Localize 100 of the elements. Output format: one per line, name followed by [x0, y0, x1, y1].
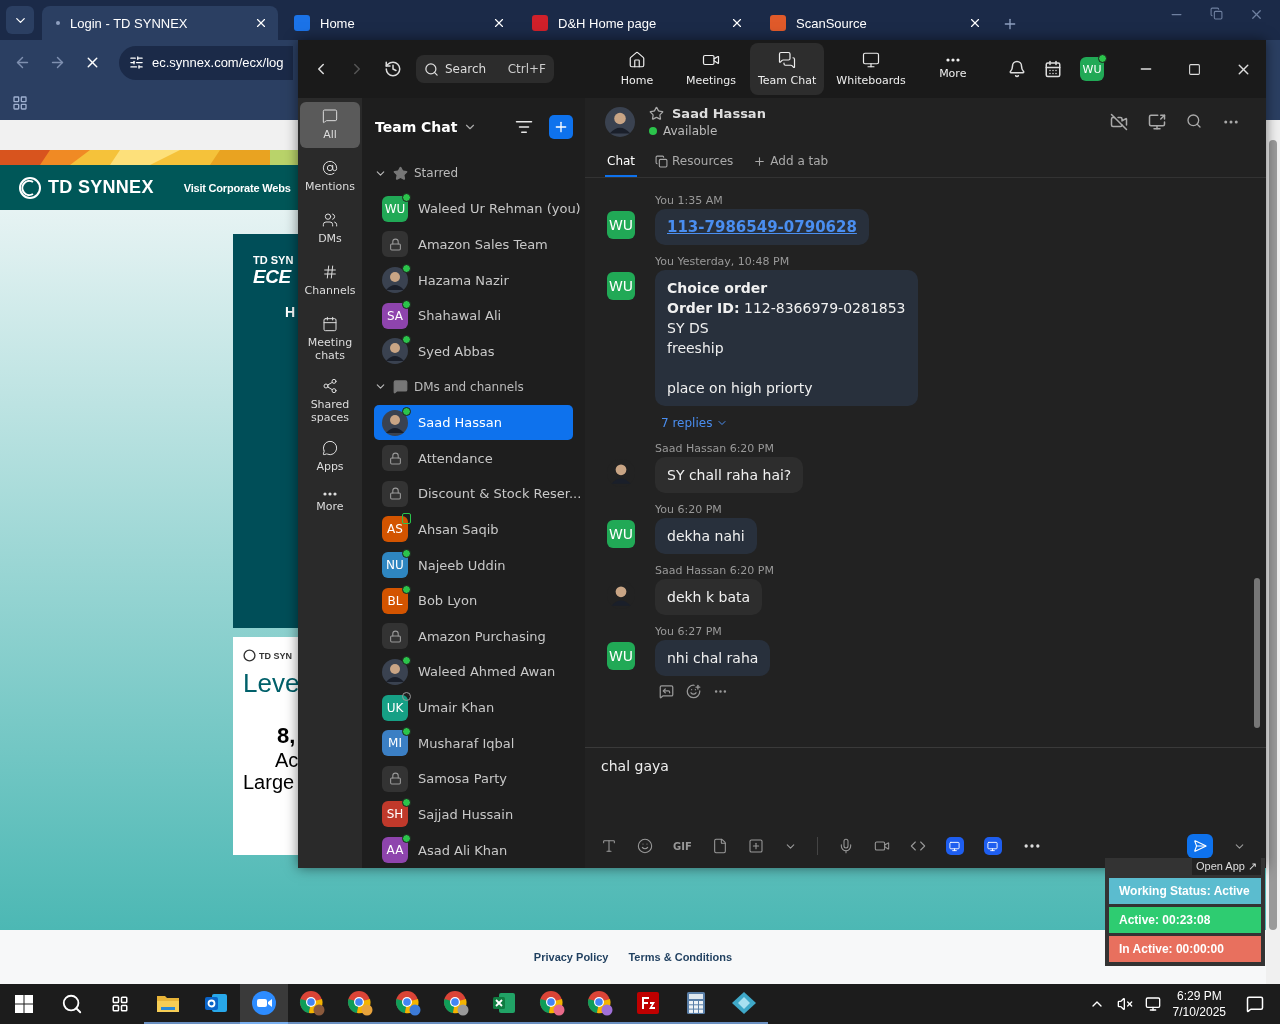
- taskbar-app[interactable]: [240, 984, 288, 1024]
- search-field[interactable]: Search Ctrl+F: [416, 55, 554, 83]
- browser-tab[interactable]: Login - TD SYNNEX: [42, 6, 278, 40]
- chat-list-item[interactable]: Amazon Sales Team: [374, 226, 573, 263]
- chat-tab[interactable]: Resources: [653, 148, 736, 177]
- site-info-icon[interactable]: [129, 55, 144, 70]
- chat-list-item[interactable]: Waleed Ahmed Awan: [374, 654, 573, 690]
- section-label[interactable]: Starred: [414, 166, 459, 181]
- browser-tab[interactable]: D&H Home page: [518, 6, 754, 40]
- restore-icon[interactable]: [1210, 6, 1223, 22]
- channels-icon: [322, 264, 338, 280]
- section-label[interactable]: DMs and channels: [414, 379, 524, 394]
- contact-name: Discount & Stock Reser...: [418, 486, 582, 502]
- close-icon[interactable]: [968, 16, 982, 30]
- sidebar-item[interactable]: All: [300, 102, 360, 148]
- avatar: WU: [607, 211, 635, 239]
- lock-icon: [382, 445, 408, 472]
- site-logo[interactable]: TD SYNNEX: [18, 175, 154, 200]
- text-format-icon[interactable]: [601, 838, 617, 854]
- close-icon[interactable]: [492, 16, 506, 30]
- chat-list-item[interactable]: AS Ahsan Saqib: [374, 511, 573, 548]
- chat-list-item[interactable]: Hazama Nazir: [374, 262, 573, 298]
- chat-tab[interactable]: Add a tab: [751, 148, 831, 177]
- volume-muted-icon[interactable]: [1116, 996, 1133, 1012]
- scrollbar[interactable]: [1254, 578, 1260, 728]
- chat-list-item[interactable]: Saad Hassan: [374, 404, 573, 441]
- notification-icon[interactable]: [1008, 60, 1026, 78]
- chat-list-item[interactable]: AA Asad Ali Khan: [374, 832, 573, 868]
- reply-icon[interactable]: [659, 684, 674, 699]
- screen-share-icon[interactable]: [1148, 113, 1166, 131]
- close-icon[interactable]: [730, 16, 744, 30]
- scrollbar[interactable]: [1266, 120, 1280, 984]
- message-meta: You 6:27 PM: [655, 625, 722, 638]
- app-icon[interactable]: [983, 837, 1002, 855]
- card-text: Ac: [274, 749, 298, 771]
- close-icon[interactable]: [254, 16, 268, 30]
- gif-button[interactable]: GIF: [673, 840, 692, 852]
- video-icon[interactable]: [873, 838, 890, 854]
- sidebar-item[interactable]: Apps: [300, 434, 360, 480]
- notification-icon[interactable]: [1246, 995, 1264, 1013]
- chat-list-item[interactable]: Samosa Party: [374, 761, 573, 797]
- transfer-app-icon: [636, 991, 660, 1015]
- new-tab-icon[interactable]: [1002, 16, 1018, 32]
- clock[interactable]: 6:29 PM 7/10/2025: [1172, 988, 1226, 1020]
- chat-list-item[interactable]: MI Musharaf Iqbal: [374, 725, 573, 762]
- network-icon[interactable]: [1144, 996, 1161, 1012]
- footer-link[interactable]: Terms & Conditions: [628, 951, 733, 963]
- send-button[interactable]: [1187, 834, 1213, 858]
- history-icon[interactable]: [384, 60, 402, 78]
- contact-name: Musharaf Iqbal: [418, 735, 515, 751]
- message-text: Choice order Order ID: 112-8366979-0281853 SY DS freeship place on high priorty: [667, 279, 906, 398]
- sidebar-item[interactable]: Channels: [300, 258, 360, 304]
- browser-icon: [395, 990, 421, 1016]
- browser-tab[interactable]: Home: [280, 6, 516, 40]
- star-icon[interactable]: [649, 106, 664, 121]
- chat-list-item[interactable]: Amazon Purchasing: [374, 618, 573, 655]
- tab-list-button[interactable]: [6, 6, 34, 34]
- chat-tab[interactable]: Chat: [605, 148, 638, 177]
- video-off-icon[interactable]: [1110, 113, 1128, 131]
- nav-link[interactable]: Visit Corporate Webs: [183, 181, 291, 194]
- order-link[interactable]: 113-7986549-0790628: [667, 218, 857, 236]
- open-app-link[interactable]: Open App ↗: [1192, 858, 1261, 875]
- address-bar[interactable]: ec.synnex.com/ecx/log: [119, 45, 293, 80]
- avatar: MI: [382, 730, 408, 757]
- chat-list-item[interactable]: BL Bob Lyon: [374, 582, 573, 619]
- new-chat-button[interactable]: [549, 114, 573, 139]
- sidebar-item[interactable]: Meeting chats: [300, 310, 360, 366]
- chat-list-item[interactable]: SA Shahawal Ali: [374, 297, 573, 334]
- contact-name: Attendance: [418, 450, 493, 466]
- footer-link[interactable]: Privacy Policy: [533, 951, 609, 963]
- message-text: SY chall raha hai?: [667, 466, 792, 485]
- chat-list-item[interactable]: SH Sajjad Hussain: [374, 796, 573, 833]
- nav-tab[interactable]: Home: [602, 43, 672, 95]
- code-icon[interactable]: [909, 838, 926, 854]
- screenshot-icon[interactable]: [747, 838, 764, 854]
- add-reaction-icon[interactable]: [686, 684, 701, 699]
- chat-list-item[interactable]: NU Najeeb Uddin: [374, 547, 573, 583]
- message-input[interactable]: chal gaya: [601, 758, 1250, 774]
- chat-list-item[interactable]: Syed Abbas: [374, 333, 573, 370]
- nav-tab[interactable]: More: [917, 43, 988, 95]
- sidebar-item[interactable]: Shared spaces: [300, 372, 360, 428]
- app-icon[interactable]: [945, 837, 964, 855]
- maximize-icon[interactable]: [1188, 62, 1201, 76]
- file-icon[interactable]: [711, 838, 728, 854]
- sidebar-item[interactable]: DMs: [300, 206, 360, 252]
- list-title[interactable]: Team Chat: [375, 118, 458, 135]
- nav-tab[interactable]: Team Chat: [750, 43, 825, 95]
- nav-tab[interactable]: Meetings: [676, 43, 746, 95]
- replies-link[interactable]: 7 replies: [655, 408, 735, 432]
- chat-list-item[interactable]: UK Umair Khan: [374, 689, 573, 726]
- apps-grid-icon[interactable]: [12, 94, 28, 111]
- emoji-icon[interactable]: [637, 838, 653, 854]
- nav-tab[interactable]: Whiteboards: [828, 43, 914, 95]
- chat-list-item[interactable]: Attendance: [374, 440, 573, 477]
- shared-icon: [322, 378, 338, 394]
- forward-icon[interactable]: [49, 54, 66, 71]
- sidebar-item[interactable]: More: [300, 486, 360, 532]
- sidebar-item[interactable]: Mentions: [300, 154, 360, 200]
- browser-tab[interactable]: ScanSource: [756, 6, 992, 40]
- calendar-icon[interactable]: [1044, 60, 1062, 78]
